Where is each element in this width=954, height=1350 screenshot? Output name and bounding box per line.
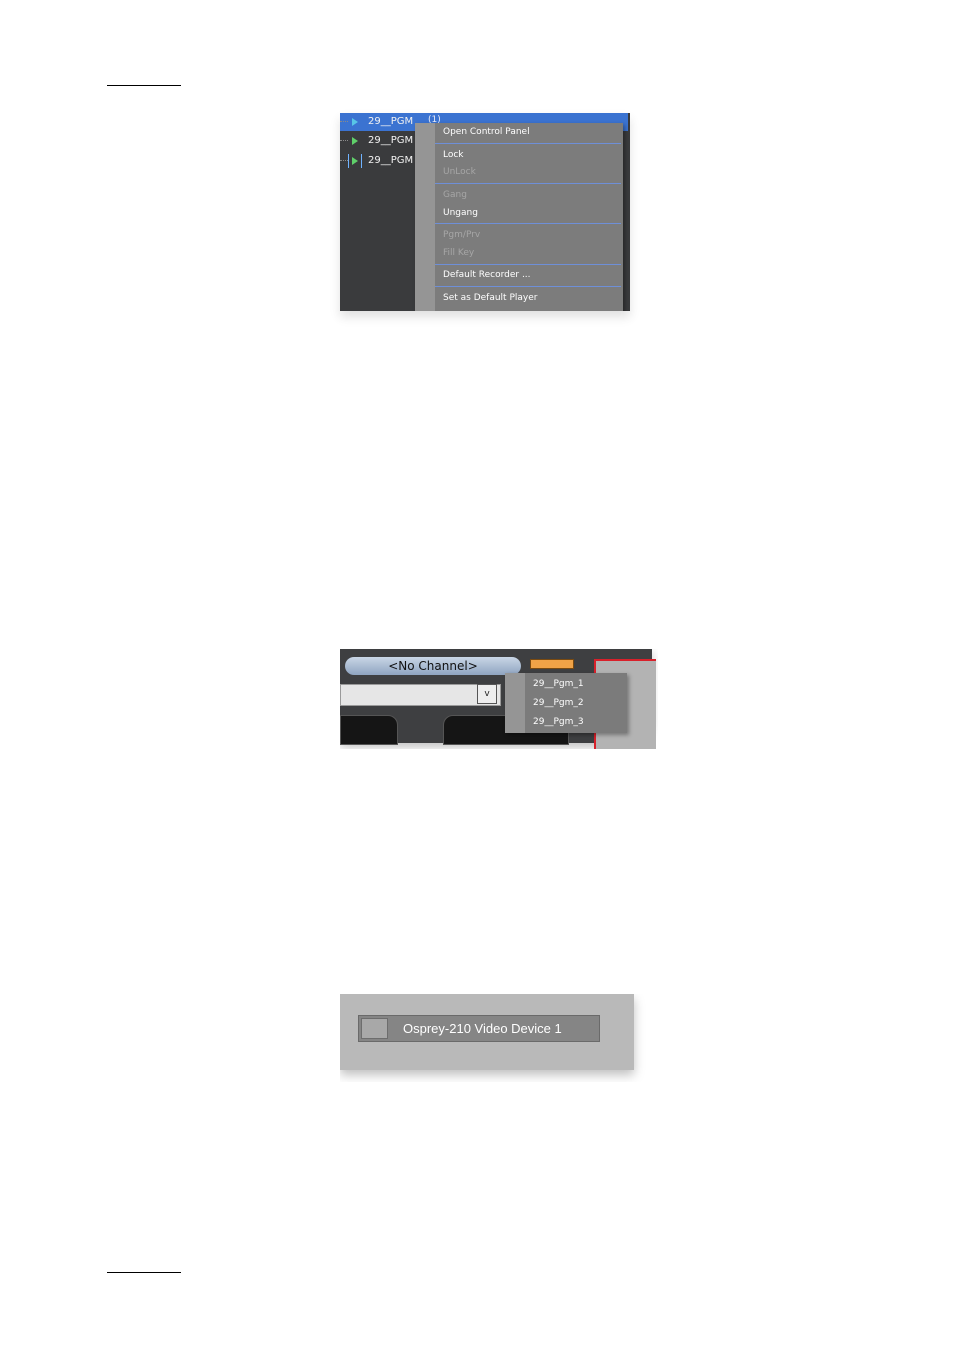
- channel-selector-figure: <No Channel> v 29__Pgm_1 29__Pgm_2 29__P…: [340, 649, 658, 749]
- menu-item-unlock: UnLock: [443, 167, 476, 177]
- menu-item-pgm-prv: Pgm/Prv: [443, 230, 481, 240]
- panel-button[interactable]: [340, 715, 398, 745]
- channel-dropdown-list: 29__Pgm_1 29__Pgm_2 29__Pgm_3: [505, 673, 627, 733]
- menu-separator: [435, 286, 621, 287]
- menu-separator: [435, 264, 621, 265]
- device-name: Osprey-210 Video Device 1: [403, 1021, 562, 1036]
- footer-rule: [107, 1272, 181, 1273]
- play-icon: [352, 118, 358, 126]
- menu-item-set-default-player[interactable]: Set as Default Player: [443, 291, 537, 305]
- context-menu: Open Control Panel Lock UnLock Gang Unga…: [415, 123, 623, 311]
- menu-item-lock[interactable]: Lock: [443, 148, 464, 162]
- bracketed-play-icon: [348, 154, 362, 168]
- menu-item-gang: Gang: [443, 190, 467, 200]
- video-device-item[interactable]: Osprey-210 Video Device 1: [358, 1015, 600, 1042]
- menu-item-default-recorder[interactable]: Default Recorder ...: [443, 268, 531, 282]
- menu-item-fill-key: Fill Key: [443, 248, 475, 258]
- menu-separator: [435, 183, 621, 184]
- channel-list-figure: 29__PGM 29__PGM 29__PGM (1) Open Control…: [340, 113, 630, 311]
- dropdown-option[interactable]: 29__Pgm_1: [533, 677, 584, 691]
- header-rule: [107, 85, 181, 86]
- status-indicator: [530, 659, 574, 669]
- channel-label: 29__PGM: [368, 116, 414, 127]
- dropdown-option[interactable]: 29__Pgm_2: [533, 696, 584, 710]
- channel-label: 29__PGM: [368, 155, 414, 166]
- play-icon: [352, 137, 358, 145]
- device-color-swatch: [361, 1018, 388, 1039]
- channel-label: 29__PGM: [368, 135, 414, 146]
- channel-name-label: <No Channel>: [345, 657, 521, 675]
- menu-item-ungang[interactable]: Ungang: [443, 206, 478, 220]
- menu-separator: [435, 143, 621, 144]
- dropdown-button[interactable]: v: [477, 684, 497, 704]
- dropdown-option[interactable]: 29__Pgm_3: [533, 715, 584, 729]
- video-device-figure: Osprey-210 Video Device 1: [340, 994, 646, 1082]
- menu-separator: [435, 223, 621, 224]
- menu-item-open-control-panel[interactable]: Open Control Panel: [443, 125, 530, 139]
